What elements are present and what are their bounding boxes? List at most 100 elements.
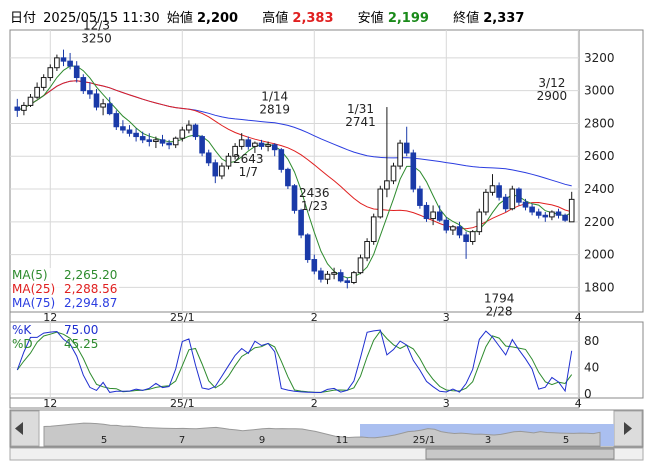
date-tick-label-lower: 4 xyxy=(575,397,582,410)
candle-body xyxy=(120,126,126,131)
price-tick-label: 2600 xyxy=(584,149,615,163)
candle-body xyxy=(80,77,87,92)
candle-body xyxy=(258,142,265,147)
candle-body xyxy=(278,149,285,170)
candle-body xyxy=(324,273,331,280)
annotation-date: 3/12 xyxy=(538,76,565,90)
candle-body xyxy=(238,139,245,147)
oscillator-tick-label: 80 xyxy=(584,334,599,348)
candle-body xyxy=(568,198,575,223)
annotation-date: 1/31 xyxy=(347,102,374,116)
date-tick-label: 4 xyxy=(575,311,582,324)
candle-body xyxy=(166,142,172,146)
candle-body xyxy=(463,234,469,243)
candle-body xyxy=(60,57,67,62)
candle-body xyxy=(245,139,252,147)
candle-body xyxy=(100,103,106,108)
candle-body xyxy=(542,214,549,218)
candle-body xyxy=(179,129,186,139)
candle-body xyxy=(133,132,139,138)
candle-body xyxy=(40,77,47,88)
candle-body xyxy=(456,226,463,236)
candle-body xyxy=(106,103,113,115)
candle-body xyxy=(54,57,60,69)
candle-body xyxy=(159,139,166,144)
navigator-scrollbar-thumb xyxy=(425,448,615,460)
stoch-legend-name: %K xyxy=(12,323,32,337)
candle-body xyxy=(285,168,291,187)
price-axis-frame xyxy=(578,29,644,313)
candle-body xyxy=(430,211,436,220)
ma-legend-value: 2,265.20 xyxy=(64,268,117,282)
candle-body xyxy=(93,93,100,108)
candle-body xyxy=(450,226,456,231)
candle-body xyxy=(271,144,278,151)
price-tick-label: 2000 xyxy=(584,248,615,262)
annotation-date: 2/28 xyxy=(486,304,513,318)
candle-body xyxy=(476,211,483,233)
candle-body xyxy=(225,155,232,167)
candle-body xyxy=(126,129,133,134)
candle-body xyxy=(364,241,370,259)
candle-body xyxy=(14,106,21,111)
navigator-tick-label: 5 xyxy=(101,435,107,446)
candle-body xyxy=(153,139,159,142)
candle-body xyxy=(291,185,298,211)
annotation-date: 12/3 xyxy=(83,19,110,33)
candle-body xyxy=(516,188,522,203)
candle-body xyxy=(199,136,205,154)
candle-body xyxy=(67,60,73,67)
navigator-tick-label: 25/1 xyxy=(413,435,435,446)
candle-body xyxy=(265,144,271,147)
candle-body xyxy=(469,231,476,243)
candle-body xyxy=(370,216,377,243)
date-tick-label: 12 xyxy=(43,311,57,324)
candle-body xyxy=(483,191,489,213)
candle-body xyxy=(555,211,562,216)
price-tick-label: 1800 xyxy=(584,280,615,294)
annotation-price: 3250 xyxy=(81,32,112,46)
candle-body xyxy=(410,152,417,190)
candle-body xyxy=(34,86,40,98)
candle-body xyxy=(562,214,568,221)
candle-body xyxy=(172,137,179,146)
annotation-date: 1/14 xyxy=(261,89,288,103)
annotation-price: 2741 xyxy=(345,115,376,129)
candle-body xyxy=(304,234,311,261)
candle-body xyxy=(549,211,555,218)
candle-body xyxy=(21,104,27,111)
candle-body xyxy=(344,280,351,283)
annotation-price: 2900 xyxy=(537,89,568,103)
price-tick-label: 3000 xyxy=(584,84,615,98)
candle-body xyxy=(423,204,430,220)
candle-body xyxy=(443,219,450,231)
stoch-legend-value: 75.00 xyxy=(64,323,98,337)
candle-body xyxy=(192,124,199,138)
date-tick-label-lower: 2 xyxy=(311,397,318,410)
candle-body xyxy=(47,67,54,79)
candle-body xyxy=(377,188,384,218)
candle-body xyxy=(489,185,496,193)
candle-body xyxy=(351,272,357,283)
price-tick-label: 3200 xyxy=(584,51,615,65)
date-tick-label-lower: 3 xyxy=(443,397,450,410)
candle-body xyxy=(252,142,258,147)
stoch-legend-name: %D xyxy=(12,337,33,351)
ma-legend-value: 2,288.56 xyxy=(64,282,117,296)
candle-body xyxy=(522,201,529,208)
candle-body xyxy=(146,139,153,142)
annotation-price: 2436 xyxy=(299,186,330,200)
annotation-price: 1794 xyxy=(484,291,515,305)
annotation-price: 2643 xyxy=(233,152,264,166)
candle-body xyxy=(311,259,318,272)
navigator-tick-label: 7 xyxy=(179,435,185,446)
price-tick-label: 2400 xyxy=(584,182,615,196)
ma-legend-name: MA(25) xyxy=(12,282,55,296)
ma-legend-name: MA(75) xyxy=(12,296,55,310)
price-tick-label: 2200 xyxy=(584,215,615,229)
candle-body xyxy=(219,165,225,177)
annotation-date: 1/23 xyxy=(301,199,328,213)
navigator-tick-label: 9 xyxy=(259,435,265,446)
date-tick-label-lower: 12 xyxy=(43,397,57,410)
candle-body xyxy=(502,196,509,210)
